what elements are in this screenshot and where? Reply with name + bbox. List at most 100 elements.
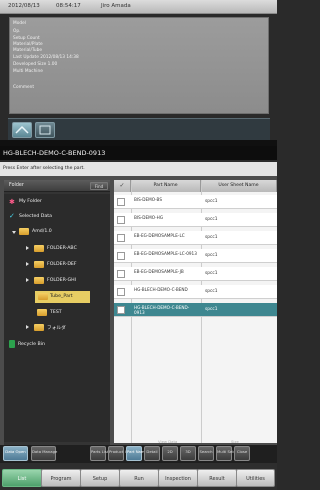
part-name-cell: HG-BLECH-DEMO-C-BEND-0913 <box>134 305 190 315</box>
detail-button[interactable]: Detail <box>144 446 160 461</box>
table-row[interactable]: EB-EG-DEMOSAMPLE-LC-0913 spcc1 <box>114 249 277 263</box>
chevron-right-icon <box>26 262 29 266</box>
chevron-down-icon <box>12 231 16 234</box>
table-row[interactable]: HG-BLECH-DEMO-C-BEND spcc1 <box>114 285 277 299</box>
info-tab-part-view[interactable] <box>12 122 32 138</box>
info-row-comment: Comment <box>13 85 35 90</box>
sheet-name-cell: spcc1 <box>205 271 218 276</box>
table-header-check[interactable]: ✓ <box>114 180 131 192</box>
tree-item-label: Selected Data <box>19 214 53 219</box>
mode-inspection-button[interactable]: Inspection <box>158 469 198 487</box>
mode-result-button[interactable]: Result <box>197 469 237 487</box>
info-tab-list-view[interactable] <box>35 122 55 138</box>
info-view-tabs <box>8 118 270 140</box>
toolbar-section-view: View Data <box>158 439 178 444</box>
row-checkbox[interactable] <box>117 288 125 296</box>
folder-icon <box>34 324 44 331</box>
search-button[interactable]: Search <box>198 446 214 461</box>
folder-icon <box>37 309 47 316</box>
info-row-setup-count: Setup Count <box>13 36 40 41</box>
view-2d-button[interactable]: 2D <box>162 446 178 461</box>
folder-find-button[interactable]: Find <box>90 182 108 190</box>
folder-icon <box>34 277 44 284</box>
tree-item-label: FOLDER-GHI <box>47 278 77 283</box>
product-id-button[interactable]: Product ID <box>108 446 129 461</box>
folder-icon <box>38 293 48 300</box>
tree-item-label: フォルダ <box>47 326 66 331</box>
tree-item-label: My Folder <box>19 199 42 204</box>
close-button[interactable]: Close <box>234 446 250 461</box>
info-row-op: Op. <box>13 29 21 34</box>
folder-header-label: Folder <box>9 183 24 188</box>
tree-item-label: TEST <box>50 310 62 315</box>
parts-list-button[interactable]: Parts List <box>90 446 108 461</box>
chevron-right-icon <box>26 278 29 282</box>
part-info-panel: Model Op. Setup Count Material/Plate Mat… <box>9 17 269 114</box>
table-row[interactable]: EB-EG-DEMOSAMPLE-LC spcc1 <box>114 231 277 245</box>
status-date: 2012/08/13 <box>8 3 40 9</box>
table-header-user-sheet[interactable]: User Sheet Name <box>201 180 277 192</box>
part-name-cell: BIS-DEMO-HG <box>134 215 164 220</box>
list-view-icon <box>39 125 51 135</box>
multi-select-button[interactable]: Multi Select <box>216 446 239 461</box>
tree-item-japanese-folder[interactable]: フォルダ <box>4 322 110 334</box>
table-row[interactable]: BIS-DEMO-BS spcc1 <box>114 195 277 209</box>
sheet-name-cell: spcc1 <box>205 199 218 204</box>
check-all-icon: ✓ <box>119 182 125 189</box>
part-name-button[interactable]: Part Name <box>126 446 147 461</box>
program-name: HG-BLECH-DEMO-C-BEND-0913 <box>0 146 277 160</box>
part-name-cell: EB-EG-DEMOSAMPLE-JB <box>134 269 184 274</box>
part-view-icon <box>15 125 29 134</box>
data-manage-button[interactable]: Data Manage <box>31 446 57 461</box>
recycle-bin-icon <box>9 340 15 348</box>
table-row[interactable]: EB-EG-DEMOSAMPLE-JB spcc1 <box>114 267 277 281</box>
folder-icon <box>19 228 29 235</box>
info-row-material-plate: Material/Plate <box>13 42 43 47</box>
tree-item-label: FOLDER-DEF <box>47 262 77 267</box>
row-checkbox[interactable] <box>117 270 125 278</box>
mode-utilities-button[interactable]: Utilities <box>236 469 275 487</box>
mode-program-button[interactable]: Program <box>41 469 81 487</box>
part-name-cell: EB-EG-DEMOSAMPLE-LC-0913 <box>134 251 197 256</box>
table-row[interactable]: BIS-DEMO-HG spcc1 <box>114 213 277 227</box>
tree-item-folder-abc[interactable]: FOLDER-ABC <box>4 243 110 255</box>
star-icon: ✱ <box>9 198 15 206</box>
row-checkbox[interactable] <box>117 198 125 206</box>
mode-setup-button[interactable]: Setup <box>80 469 120 487</box>
sheet-name-cell: spcc1 <box>205 307 218 312</box>
part-name-cell: HG-BLECH-DEMO-C-BEND <box>134 287 188 292</box>
info-row-last-update: Last Update 2012/08/13 14:38 <box>13 55 79 60</box>
tree-item-selected-data[interactable]: ✓ Selected Data <box>4 211 110 223</box>
row-checkbox[interactable] <box>117 216 125 224</box>
tree-item-my-folder[interactable]: ✱ My Folder <box>4 196 110 208</box>
tree-item-test[interactable]: TEST <box>4 307 110 319</box>
tree-item-recycle-bin[interactable]: Recycle Bin <box>4 339 110 351</box>
tree-item-tube-part[interactable]: Tube_Part <box>35 291 90 303</box>
info-row-model: Model <box>13 21 26 26</box>
tree-item-folder-ghi[interactable]: FOLDER-GHI <box>4 275 110 287</box>
row-checkbox[interactable] <box>117 306 125 314</box>
check-icon: ✓ <box>9 212 15 220</box>
instruction-hint: Press Enter after selecting the part. <box>0 162 277 176</box>
info-row-developed-size: Developed Size 1.00 <box>13 62 58 67</box>
mode-run-button[interactable]: Run <box>119 469 159 487</box>
view-3d-button[interactable]: 3D <box>180 446 196 461</box>
tree-item-folder-def[interactable]: FOLDER-DEF <box>4 259 110 271</box>
folder-icon <box>34 261 44 268</box>
mode-list-button[interactable]: List <box>2 469 42 487</box>
info-row-multi-machine: Multi Machine <box>13 69 43 74</box>
status-user: Jiro Amada <box>101 3 131 9</box>
toolbar-section-size: Size <box>231 439 239 444</box>
tree-item-amd-root[interactable]: Amd/1.0 <box>4 226 110 238</box>
data-open-button[interactable]: Data Open <box>3 446 28 461</box>
status-time: 08:54:17 <box>56 3 81 9</box>
table-row-selected[interactable]: HG-BLECH-DEMO-C-BEND-0913 spcc1 <box>114 303 277 317</box>
part-table: ✓ Part Name User Sheet Name BIS-DEMO-BS … <box>114 180 277 443</box>
tree-item-label: Recycle Bin <box>18 342 46 347</box>
row-checkbox[interactable] <box>117 252 125 260</box>
tree-item-label: Tube_Part <box>50 294 73 299</box>
row-checkbox[interactable] <box>117 234 125 242</box>
table-header-part-name[interactable]: Part Name <box>131 180 201 192</box>
tree-item-label: Amd/1.0 <box>32 229 52 234</box>
folder-tree: ✱ My Folder ✓ Selected Data Amd/1.0 FOLD… <box>4 194 110 442</box>
